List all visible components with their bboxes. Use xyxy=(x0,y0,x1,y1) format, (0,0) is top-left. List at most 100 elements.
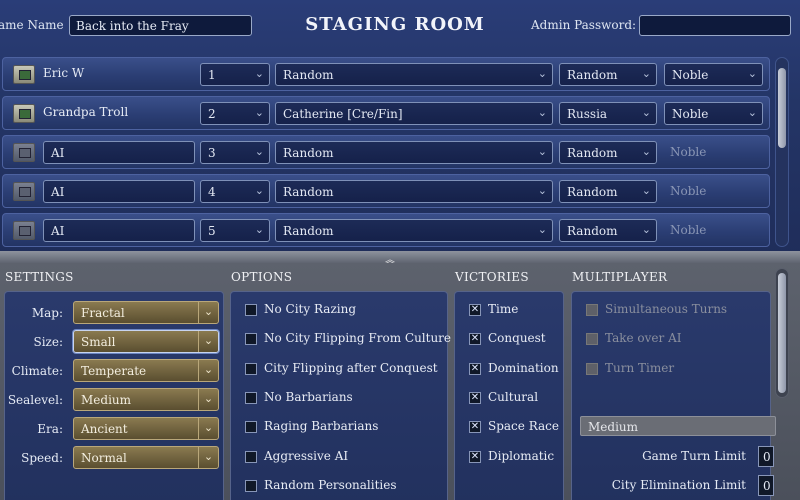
setting-dropdown[interactable]: Fractal ⌄ xyxy=(73,301,219,324)
admin-password-input[interactable] xyxy=(639,15,791,36)
difficulty-dropdown[interactable]: Noble ⌄ xyxy=(664,102,763,125)
checkbox[interactable] xyxy=(245,362,257,375)
multiplayer-heading: MULTIPLAYER xyxy=(572,270,668,284)
chevron-down-icon: ⌄ xyxy=(198,360,218,381)
setting-label: Size: xyxy=(33,335,63,349)
civilization-dropdown-value: Random xyxy=(567,146,618,160)
slot-icon[interactable] xyxy=(13,143,35,162)
player-name: Eric W xyxy=(43,66,85,80)
setting-dropdown[interactable]: Ancient ⌄ xyxy=(73,417,219,440)
checkbox[interactable] xyxy=(245,479,257,492)
leader-dropdown[interactable]: Random ⌄ xyxy=(275,141,553,164)
panel-divider[interactable]: ︽ xyxy=(0,251,800,266)
setting-label: Era: xyxy=(37,422,63,436)
checkbox-label: No City Razing xyxy=(264,302,357,316)
checkbox[interactable] xyxy=(245,304,257,316)
setting-row: Sealevel: Medium ⌄ xyxy=(5,388,225,412)
setting-dropdown[interactable]: Small ⌄ xyxy=(73,330,219,353)
leader-dropdown-value: Random xyxy=(283,68,334,82)
game-turn-limit-input[interactable]: 0 xyxy=(758,446,774,467)
checkbox[interactable] xyxy=(586,333,598,346)
chevron-down-icon: ⌄ xyxy=(537,223,547,236)
player-type-dropdown[interactable]: AI xyxy=(43,141,195,164)
checkbox[interactable] xyxy=(245,333,257,346)
chevron-down-icon: ⌄ xyxy=(198,302,218,323)
player-type-dropdown[interactable]: AI xyxy=(43,180,195,203)
player-row: AI 4 ⌄ Random ⌄ Random ⌄ Noble xyxy=(2,174,770,208)
setting-row: Era: Ancient ⌄ xyxy=(5,417,225,441)
team-dropdown[interactable]: 1 ⌄ xyxy=(200,63,270,86)
setting-value: Medium xyxy=(81,393,132,407)
team-dropdown-value: 3 xyxy=(208,146,216,160)
chevron-down-icon: ⌄ xyxy=(537,67,547,80)
difficulty-dropdown[interactable]: Noble ⌄ xyxy=(664,63,763,86)
setting-label: Map: xyxy=(31,306,63,320)
setting-dropdown[interactable]: Temperate ⌄ xyxy=(73,359,219,382)
setting-dropdown[interactable]: Medium ⌄ xyxy=(73,388,219,411)
leader-dropdown[interactable]: Random ⌄ xyxy=(275,63,553,86)
player-type-dropdown[interactable]: AI xyxy=(43,219,195,242)
human-player-icon[interactable] xyxy=(13,65,35,84)
team-dropdown[interactable]: 2 ⌄ xyxy=(200,102,270,125)
checkbox[interactable] xyxy=(586,304,598,316)
human-player-icon[interactable] xyxy=(13,104,35,123)
chevron-down-icon: ⌄ xyxy=(537,106,547,119)
checkbox-label: Turn Timer xyxy=(605,360,675,375)
scrollbar-thumb[interactable] xyxy=(778,273,786,393)
scrollbar-thumb[interactable] xyxy=(778,68,786,148)
checkbox[interactable]: ✕ xyxy=(469,391,481,404)
player-area: ame Name STAGING ROOM Admin Password: Er… xyxy=(0,0,800,258)
checkbox[interactable]: ✕ xyxy=(469,333,481,346)
checkbox[interactable]: ✕ xyxy=(469,362,481,375)
checkbox-label: Conquest xyxy=(488,331,546,346)
checkbox[interactable]: ✕ xyxy=(469,421,481,434)
city-elimination-limit-label: City Elimination Limit xyxy=(611,478,746,492)
chevron-down-icon: ⌄ xyxy=(254,223,264,236)
leader-dropdown[interactable]: Random ⌄ xyxy=(275,219,553,242)
team-dropdown-value: 5 xyxy=(208,224,216,238)
setting-label: Climate: xyxy=(11,364,63,378)
victories-heading: VICTORIES xyxy=(455,270,529,284)
turn-timer-dropdown[interactable]: Medium xyxy=(580,416,776,436)
setting-row: Speed: Normal ⌄ xyxy=(5,446,225,470)
player-row: AI 5 ⌄ Random ⌄ Random ⌄ Noble xyxy=(2,213,770,247)
civilization-dropdown[interactable]: Random ⌄ xyxy=(559,180,657,203)
city-elimination-limit-input[interactable]: 0 xyxy=(758,475,774,496)
setting-label: Speed: xyxy=(21,451,63,465)
civilization-dropdown[interactable]: Random ⌄ xyxy=(559,219,657,242)
team-dropdown[interactable]: 5 ⌄ xyxy=(200,219,270,242)
options-heading: OPTIONS xyxy=(231,270,293,284)
slot-icon[interactable] xyxy=(13,182,35,201)
checkbox[interactable] xyxy=(245,421,257,434)
chevron-down-icon: ⌄ xyxy=(254,145,264,158)
checkbox[interactable] xyxy=(245,391,257,404)
chevron-down-icon: ⌄ xyxy=(198,389,218,410)
checkbox-label: Simultaneous Turns xyxy=(605,302,728,316)
civilization-dropdown[interactable]: Random ⌄ xyxy=(559,141,657,164)
settings-scrollbar[interactable] xyxy=(775,268,789,398)
chevron-down-icon: ⌄ xyxy=(198,331,218,352)
team-dropdown-value: 2 xyxy=(208,107,216,121)
checkbox[interactable] xyxy=(586,362,598,375)
leader-dropdown[interactable]: Random ⌄ xyxy=(275,180,553,203)
civilization-dropdown[interactable]: Random ⌄ xyxy=(559,63,657,86)
chevron-down-icon: ⌄ xyxy=(537,184,547,197)
victories-panel: ✕ Time ✕ Conquest ✕ Domination ✕ Cultural ✕ Space… xyxy=(454,291,564,500)
setting-value: Temperate xyxy=(81,364,147,378)
game-name-input[interactable] xyxy=(69,15,252,36)
setting-value: Normal xyxy=(81,451,127,465)
chevron-down-icon: ⌄ xyxy=(254,184,264,197)
team-dropdown[interactable]: 4 ⌄ xyxy=(200,180,270,203)
setting-dropdown[interactable]: Normal ⌄ xyxy=(73,446,219,469)
leader-dropdown[interactable]: Catherine [Cre/Fin] ⌄ xyxy=(275,102,553,125)
team-dropdown[interactable]: 3 ⌄ xyxy=(200,141,270,164)
civilization-dropdown[interactable]: Russia ⌄ xyxy=(559,102,657,125)
checkbox-label: No Barbarians xyxy=(264,389,353,404)
chevron-down-icon: ⌄ xyxy=(254,67,264,80)
checkbox[interactable]: ✕ xyxy=(469,450,481,463)
difficulty-value: Noble xyxy=(670,184,707,198)
checkbox[interactable]: ✕ xyxy=(469,304,481,316)
player-list-scrollbar[interactable] xyxy=(775,57,789,247)
slot-icon[interactable] xyxy=(13,221,35,240)
checkbox[interactable] xyxy=(245,450,257,463)
